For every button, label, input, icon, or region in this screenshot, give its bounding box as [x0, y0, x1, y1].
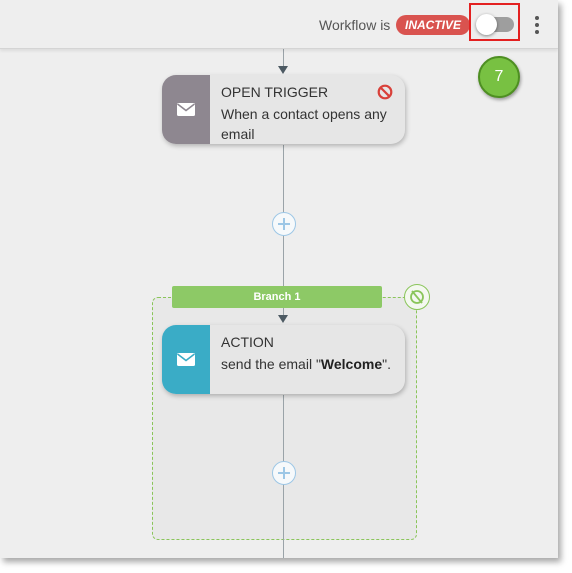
envelope-icon	[177, 353, 195, 366]
highlight-box	[469, 3, 520, 41]
trigger-title: OPEN TRIGGER	[221, 84, 329, 100]
branch-label[interactable]: Branch 1	[172, 286, 382, 308]
envelope-icon	[177, 103, 195, 116]
workflow-editor: OPEN TRIGGER When a contact opens any em…	[0, 0, 558, 558]
connector-line	[283, 484, 284, 558]
add-step-button[interactable]	[272, 212, 296, 236]
action-desc-prefix: send the email "	[221, 356, 321, 372]
action-desc-suffix: ".	[382, 356, 391, 372]
more-options-icon[interactable]	[530, 15, 544, 35]
workflow-header: Workflow is INACTIVE	[0, 0, 558, 49]
connector-line	[283, 395, 284, 462]
workflow-status-label: Workflow is	[319, 17, 391, 33]
step-number-badge: 7	[478, 56, 520, 98]
trigger-icon-panel	[162, 75, 210, 144]
action-description: send the email "Welcome".	[221, 354, 401, 374]
add-step-button[interactable]	[272, 461, 296, 485]
trigger-card[interactable]: OPEN TRIGGER When a contact opens any em…	[162, 75, 405, 144]
action-card[interactable]: ACTION send the email "Welcome".	[162, 325, 405, 394]
connector-line	[283, 234, 284, 286]
trigger-description: When a contact opens any email	[221, 106, 387, 142]
action-title: ACTION	[221, 334, 274, 350]
connector-arrow	[278, 66, 288, 74]
remove-branch-button[interactable]	[404, 284, 430, 310]
connector-arrow	[278, 315, 288, 323]
connector-line	[283, 145, 284, 213]
action-icon-panel	[162, 325, 210, 394]
status-badge: INACTIVE	[396, 15, 471, 35]
prohibited-icon[interactable]	[377, 84, 393, 100]
email-name[interactable]: Welcome	[321, 356, 382, 372]
connector-line	[283, 48, 284, 66]
unlink-icon	[410, 290, 424, 304]
